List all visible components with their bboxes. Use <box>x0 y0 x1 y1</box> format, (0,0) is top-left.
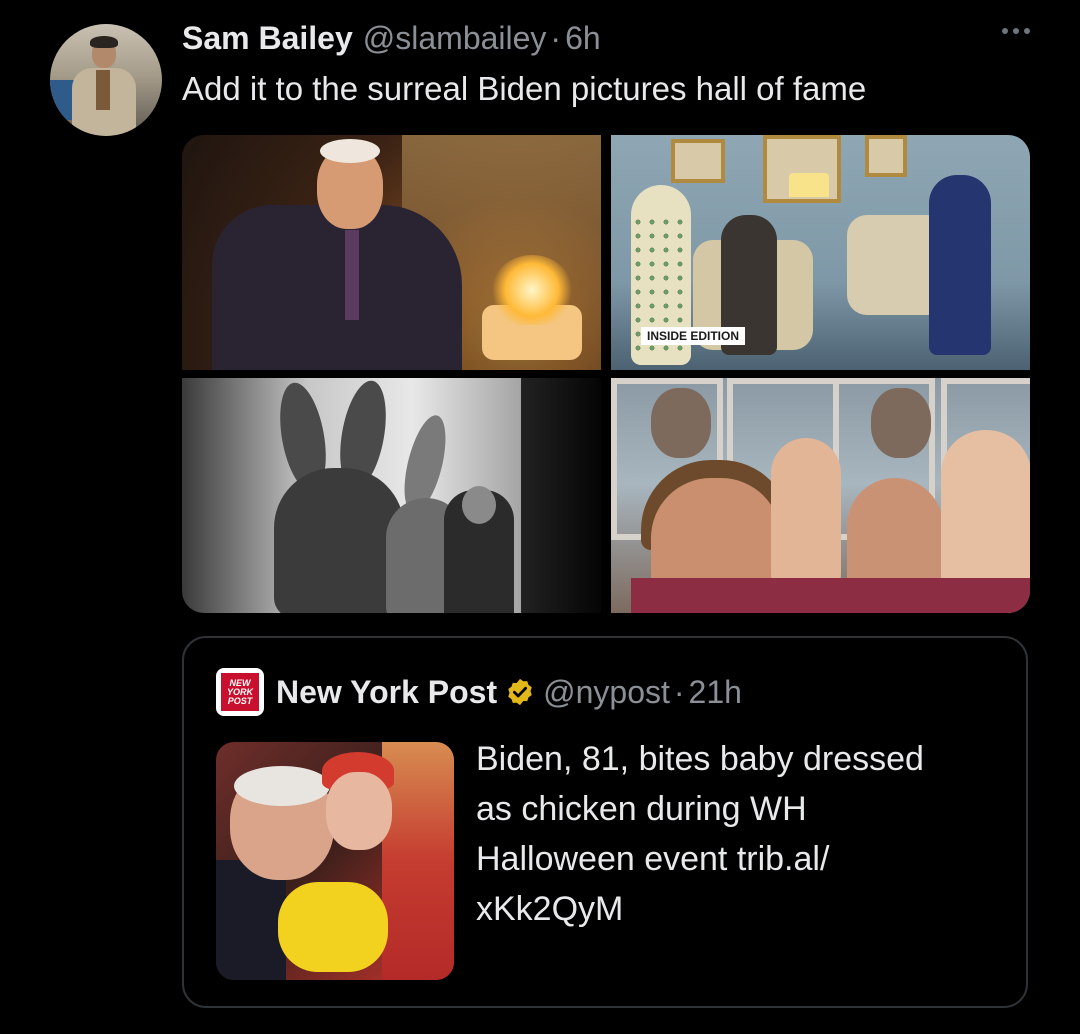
photo-person <box>212 205 462 370</box>
nypost-avatar[interactable]: NEW YORK POST <box>216 668 264 716</box>
author-handle[interactable]: @slambailey <box>363 20 547 57</box>
inside-edition-badge: INSIDE EDITION <box>641 327 746 345</box>
media-photo-4[interactable] <box>611 378 1030 613</box>
tweet-timestamp[interactable]: 6h <box>565 20 601 57</box>
photo-lamp <box>789 173 829 197</box>
photo-person <box>929 175 991 355</box>
photo-baby <box>326 772 392 850</box>
quoted-author-handle[interactable]: @nypost <box>543 674 670 711</box>
nypost-logo: NEW YORK POST <box>221 673 259 711</box>
media-photo-2[interactable]: INSIDE EDITION <box>611 135 1030 370</box>
photo-person-hair <box>320 139 380 163</box>
tweet-text: Add it to the surreal Biden pictures hal… <box>182 70 867 107</box>
nypost-logo-line: POST <box>227 695 253 706</box>
verified-badge-icon <box>508 678 532 706</box>
photo-tie <box>345 230 359 320</box>
author-display-name[interactable]: Sam Bailey <box>182 20 353 57</box>
quoted-tweet-text: Biden, 81, bites baby dressed as chicken… <box>476 740 924 928</box>
avatar-shirt <box>96 70 110 110</box>
photo-shirt <box>631 578 1030 613</box>
photo-candle-flames <box>492 255 572 325</box>
media-photo-1[interactable] <box>182 135 601 370</box>
more-options-icon[interactable] <box>1002 28 1030 34</box>
photo-person-hair <box>234 766 330 806</box>
photo-person-head <box>871 388 931 458</box>
photo-wall-frame <box>671 139 725 183</box>
photo-bunny-costume <box>274 468 404 613</box>
separator-dot: · <box>673 673 685 710</box>
more-dot <box>1002 28 1008 34</box>
quoted-tweet-timestamp[interactable]: 21h <box>689 674 742 711</box>
author-avatar[interactable] <box>50 24 162 136</box>
quoted-tweet-header: NEW YORK POST New York Post @nypost · 21… <box>216 668 742 716</box>
photo-curtain <box>521 378 601 613</box>
quoted-tweet-thumbnail[interactable] <box>216 742 454 980</box>
more-dot <box>1013 28 1019 34</box>
avatar-chair <box>50 80 74 120</box>
media-photo-3[interactable] <box>182 378 601 613</box>
tweet-header: Sam Bailey @slambailey · 6h <box>182 20 601 60</box>
photo-chicken-costume <box>278 882 388 972</box>
photo-person-head <box>651 388 711 458</box>
photo-person-head <box>462 486 496 524</box>
more-dot <box>1024 28 1030 34</box>
media-grid: INSIDE EDITION <box>182 135 1030 613</box>
avatar-hair <box>90 36 118 48</box>
quoted-tweet-card[interactable]: NEW YORK POST New York Post @nypost · 21… <box>182 636 1028 1008</box>
photo-wall-frame <box>865 135 907 177</box>
quoted-author-display-name[interactable]: New York Post <box>276 674 497 711</box>
separator-dot: · <box>550 20 562 56</box>
